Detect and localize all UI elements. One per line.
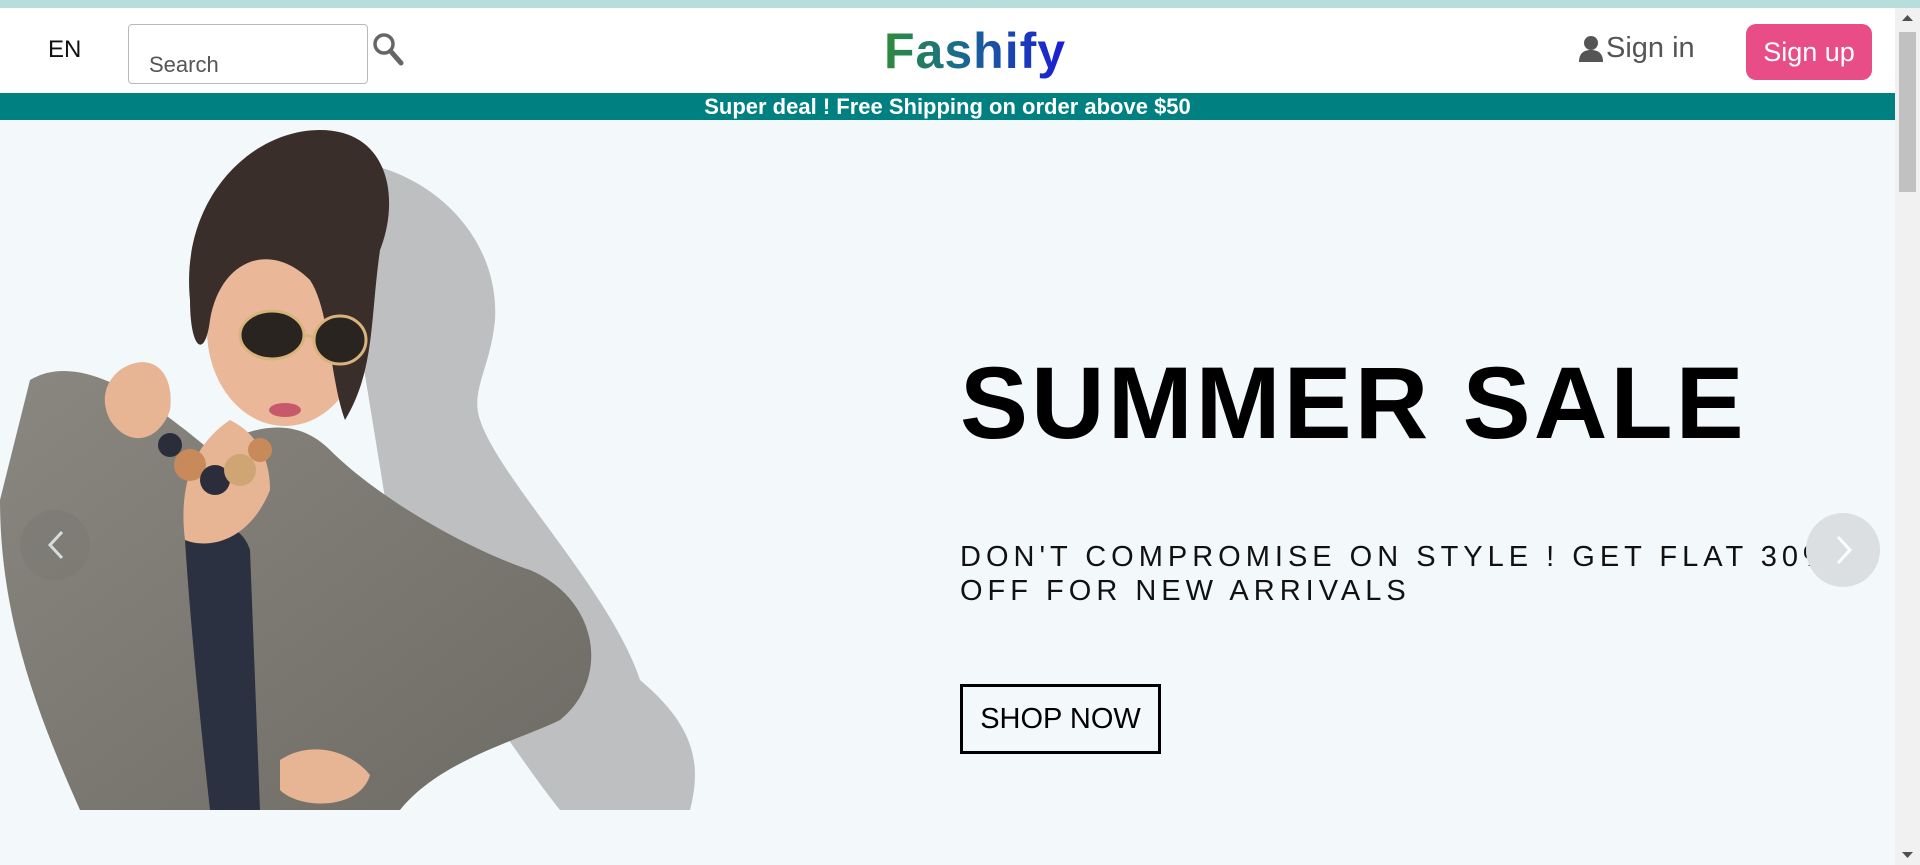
signin-link[interactable]: Sign in (1578, 32, 1695, 65)
user-icon (1579, 35, 1603, 62)
hero-model-image (0, 130, 695, 810)
carousel-next-button[interactable] (1806, 513, 1880, 587)
scroll-up-arrow-icon[interactable] (1895, 8, 1920, 28)
hero-slider: SUMMER SALE DON'T COMPROMISE ON STYLE ! … (0, 120, 1895, 865)
hero-subtitle: DON'T COMPROMISE ON STYLE ! GET FLAT 30%… (960, 541, 1834, 607)
signin-label: Sign in (1606, 32, 1695, 64)
hero-title: SUMMER SALE (960, 346, 1747, 460)
shop-now-button[interactable]: SHOP NOW (960, 684, 1161, 754)
scrollbar-thumb[interactable] (1899, 32, 1916, 192)
browser-top-strip (0, 0, 1920, 8)
carousel-prev-button[interactable] (20, 510, 90, 580)
search-icon[interactable] (372, 32, 404, 66)
vertical-scrollbar[interactable] (1895, 8, 1920, 865)
chevron-left-icon (47, 530, 64, 560)
scroll-down-arrow-icon[interactable] (1895, 845, 1920, 865)
brand-logo[interactable]: Fashify (884, 22, 1066, 80)
language-selector[interactable]: EN (48, 36, 81, 64)
signup-button[interactable]: Sign up (1746, 24, 1872, 80)
search-field[interactable] (128, 24, 368, 84)
navbar: EN Fashify Sign in Sign up (0, 8, 1895, 93)
chevron-right-icon (1836, 535, 1853, 565)
search-input[interactable] (129, 25, 367, 83)
promo-banner: Super deal ! Free Shipping on order abov… (0, 93, 1895, 120)
